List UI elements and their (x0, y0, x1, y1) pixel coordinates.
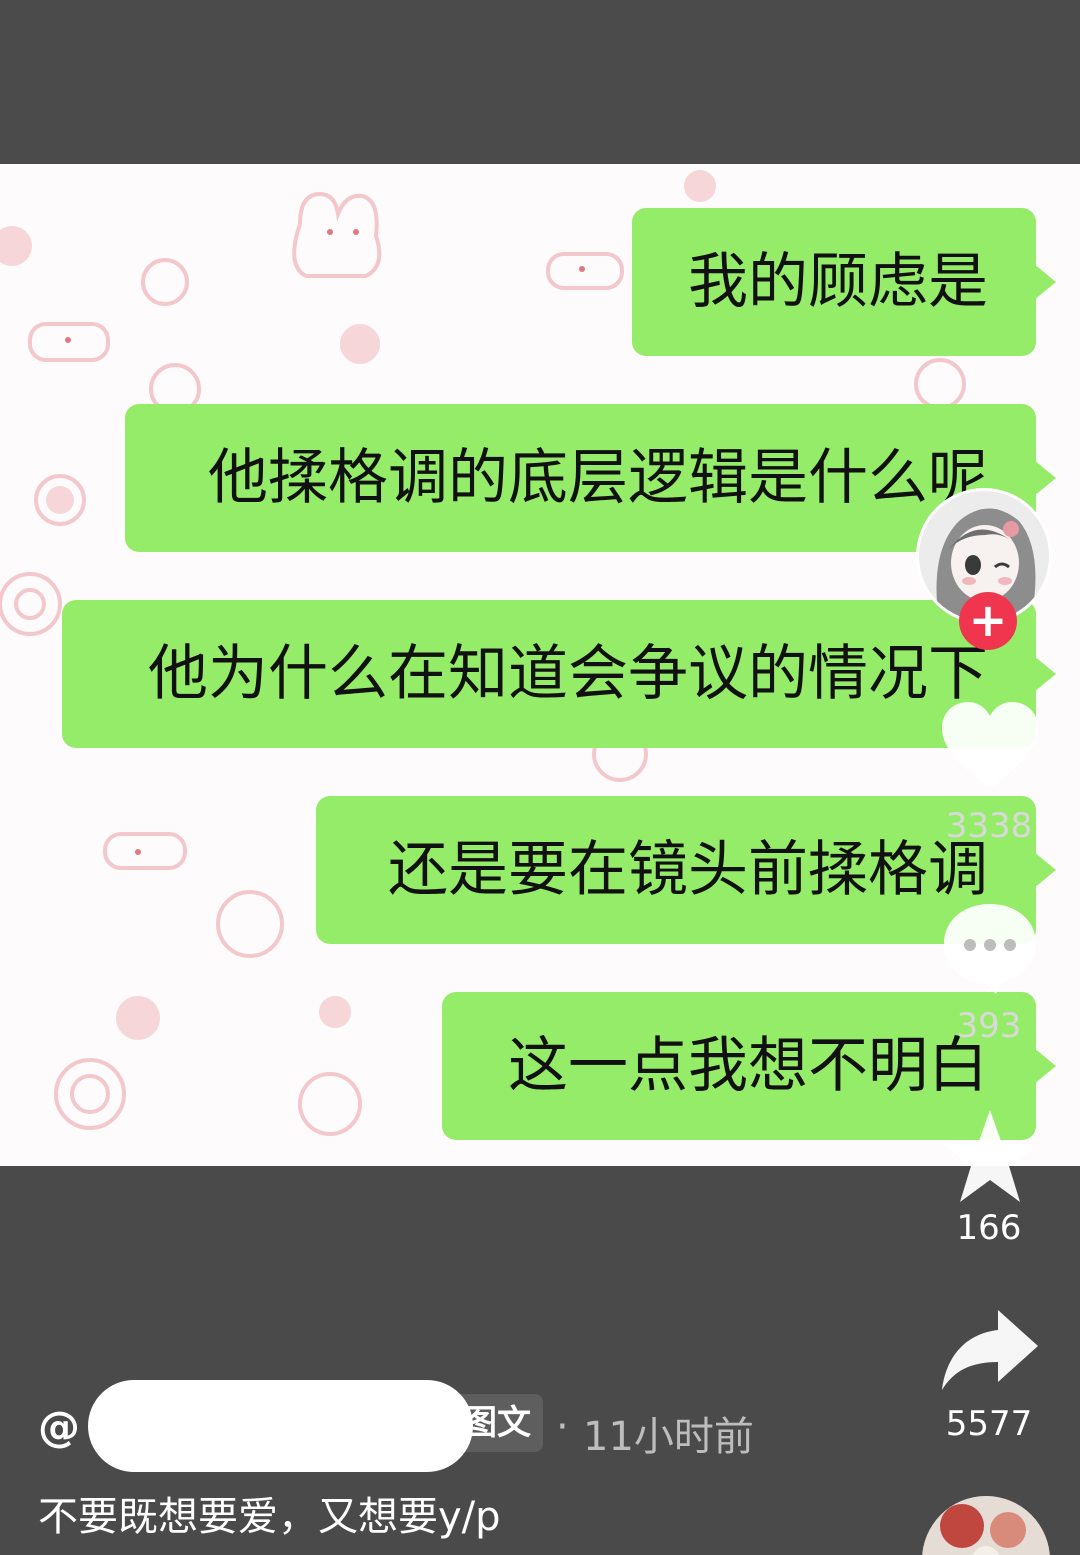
redacted-username[interactable] (88, 1380, 473, 1472)
post-time: 11小时前 (583, 1414, 754, 1460)
message-bubble: 还是要在镜头前揉格调 (316, 796, 1056, 944)
follow-button[interactable]: + (959, 592, 1017, 650)
heart-icon (942, 702, 1038, 788)
message-bubble: 我的顾虑是 (632, 208, 1056, 356)
post-caption[interactable]: 不要既想要爱，又想要y/p (38, 1484, 501, 1542)
like-count: 3338 (945, 806, 1033, 846)
top-band (0, 0, 1080, 164)
separator: · (556, 1404, 569, 1450)
message-text: 还是要在镜头前揉格调 (388, 835, 988, 905)
message-bubble: 他揉格调的底层逻辑是什么呢 (125, 404, 1056, 552)
author-at-symbol: @ (38, 1402, 80, 1451)
share-icon (942, 1310, 1038, 1390)
author-row: @ 图文 · 11小时前 (38, 1380, 818, 1472)
share-count: 5577 (945, 1404, 1033, 1444)
message-text: 他揉格调的底层逻辑是什么呢 (208, 443, 988, 513)
like-button[interactable] (940, 700, 1040, 800)
chat-screenshot-image[interactable]: 我的顾虑是 他揉格调的底层逻辑是什么呢 他为什么在知道会争议的情况下 还是要在镜… (0, 164, 1080, 1166)
favorite-count: 166 (956, 1208, 1022, 1248)
message-text: 这一点我想不明白 (508, 1031, 988, 1101)
message-bubble: 他为什么在知道会争议的情况下 (62, 600, 1056, 748)
message-text: 他为什么在知道会争议的情况下 (148, 639, 988, 709)
plus-icon: + (968, 593, 1008, 647)
comment-count: 393 (956, 1006, 1022, 1046)
share-button[interactable] (938, 1306, 1042, 1392)
favorite-button[interactable] (938, 1106, 1042, 1206)
comment-button[interactable] (940, 900, 1040, 1000)
star-icon (942, 1110, 1038, 1202)
comment-icon (944, 904, 1036, 994)
message-text: 我的顾虑是 (688, 247, 988, 317)
